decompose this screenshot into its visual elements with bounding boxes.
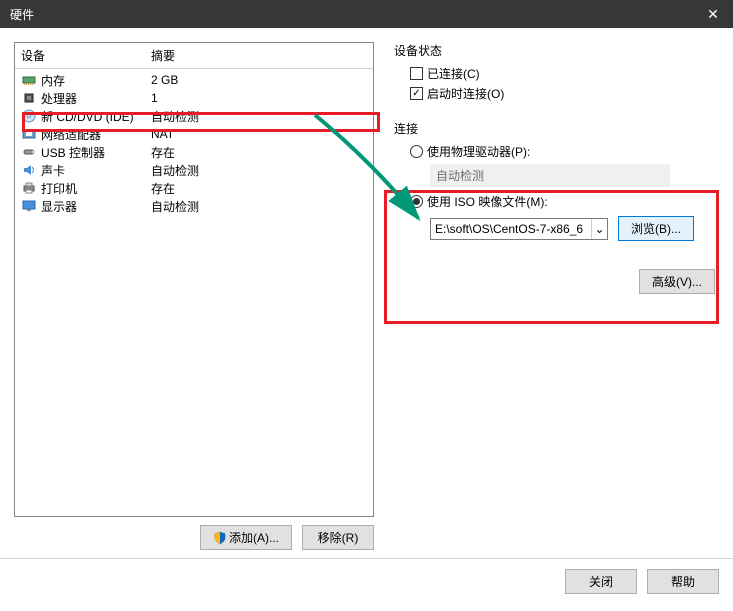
help-button[interactable]: 帮助	[647, 569, 719, 594]
device-row[interactable]: 网络适配器NAT	[15, 125, 373, 143]
left-panel: 设备 摘要 内存2 GB处理器1新 CD/DVD (IDE)自动检测网络适配器N…	[14, 42, 374, 558]
display-icon	[21, 198, 37, 214]
add-button[interactable]: 添加(A)...	[200, 525, 292, 550]
radio-icon	[410, 145, 423, 158]
radio-icon	[410, 195, 423, 208]
checkbox-icon: ✓	[410, 87, 423, 100]
dialog-title: 硬件	[10, 6, 693, 23]
device-row[interactable]: 处理器1	[15, 89, 373, 107]
browse-button[interactable]: 浏览(B)...	[618, 216, 694, 241]
sound-icon	[21, 162, 37, 178]
dialog-footer: 关闭 帮助	[0, 558, 733, 604]
use-physical-radio[interactable]: 使用物理驱动器(P):	[410, 143, 719, 160]
device-name: 内存	[41, 72, 149, 89]
iso-path-combo[interactable]: E:\soft\OS\CentOS-7-x86_6 ⌄	[430, 218, 608, 240]
use-iso-radio[interactable]: 使用 ISO 映像文件(M):	[410, 193, 719, 210]
device-summary: 存在	[149, 144, 373, 161]
device-row[interactable]: 声卡自动检测	[15, 161, 373, 179]
advanced-button[interactable]: 高级(V)...	[639, 269, 715, 294]
device-list-header: 设备 摘要	[15, 43, 373, 69]
device-summary: 自动检测	[149, 108, 373, 125]
checkbox-icon	[410, 67, 423, 80]
device-name: 网络适配器	[41, 126, 149, 143]
memory-icon	[21, 72, 37, 88]
iso-line: E:\soft\OS\CentOS-7-x86_6 ⌄ 浏览(B)...	[430, 216, 719, 241]
device-name: USB 控制器	[41, 144, 149, 161]
connection-group: 连接 使用物理驱动器(P): 自动检测 使用 ISO 映像文件(M): E:\s…	[394, 120, 719, 294]
device-name: 打印机	[41, 180, 149, 197]
dialog-body: 设备 摘要 内存2 GB处理器1新 CD/DVD (IDE)自动检测网络适配器N…	[0, 28, 733, 558]
header-summary[interactable]: 摘要	[145, 43, 373, 68]
net-icon	[21, 126, 37, 142]
printer-icon	[21, 180, 37, 196]
device-row[interactable]: USB 控制器存在	[15, 143, 373, 161]
device-rows: 内存2 GB处理器1新 CD/DVD (IDE)自动检测网络适配器NATUSB …	[15, 69, 373, 215]
shield-icon	[213, 531, 227, 545]
remove-button[interactable]: 移除(R)	[302, 525, 374, 550]
connection-label: 连接	[394, 120, 719, 137]
close-dialog-button[interactable]: 关闭	[565, 569, 637, 594]
chevron-down-icon[interactable]: ⌄	[591, 219, 607, 239]
startup-connect-checkbox[interactable]: ✓ 启动时连接(O)	[410, 85, 719, 102]
device-row[interactable]: 新 CD/DVD (IDE)自动检测	[15, 107, 373, 125]
header-device[interactable]: 设备	[15, 43, 145, 68]
device-row[interactable]: 显示器自动检测	[15, 197, 373, 215]
device-row[interactable]: 打印机存在	[15, 179, 373, 197]
usb-icon	[21, 144, 37, 160]
device-summary: 2 GB	[149, 73, 373, 87]
device-name: 显示器	[41, 198, 149, 215]
device-name: 声卡	[41, 162, 149, 179]
device-status-label: 设备状态	[394, 42, 719, 59]
left-buttons: 添加(A)... 移除(R)	[14, 517, 374, 558]
physical-drive-select[interactable]: 自动检测	[430, 164, 670, 187]
connected-checkbox[interactable]: 已连接(C)	[410, 65, 719, 82]
device-status-group: 设备状态 已连接(C) ✓ 启动时连接(O)	[394, 42, 719, 102]
right-panel: 设备状态 已连接(C) ✓ 启动时连接(O) 连接 使用物理驱动器(P): 自动…	[390, 42, 719, 558]
device-name: 处理器	[41, 90, 149, 107]
disc-icon	[21, 108, 37, 124]
device-summary: 1	[149, 91, 373, 105]
device-summary: 自动检测	[149, 198, 373, 215]
title-bar: 硬件 ✕	[0, 0, 733, 28]
device-list: 设备 摘要 内存2 GB处理器1新 CD/DVD (IDE)自动检测网络适配器N…	[14, 42, 374, 517]
close-button[interactable]: ✕	[693, 0, 733, 28]
device-summary: 存在	[149, 180, 373, 197]
device-summary: 自动检测	[149, 162, 373, 179]
device-row[interactable]: 内存2 GB	[15, 71, 373, 89]
device-name: 新 CD/DVD (IDE)	[41, 108, 149, 125]
cpu-icon	[21, 90, 37, 106]
device-summary: NAT	[149, 127, 373, 141]
